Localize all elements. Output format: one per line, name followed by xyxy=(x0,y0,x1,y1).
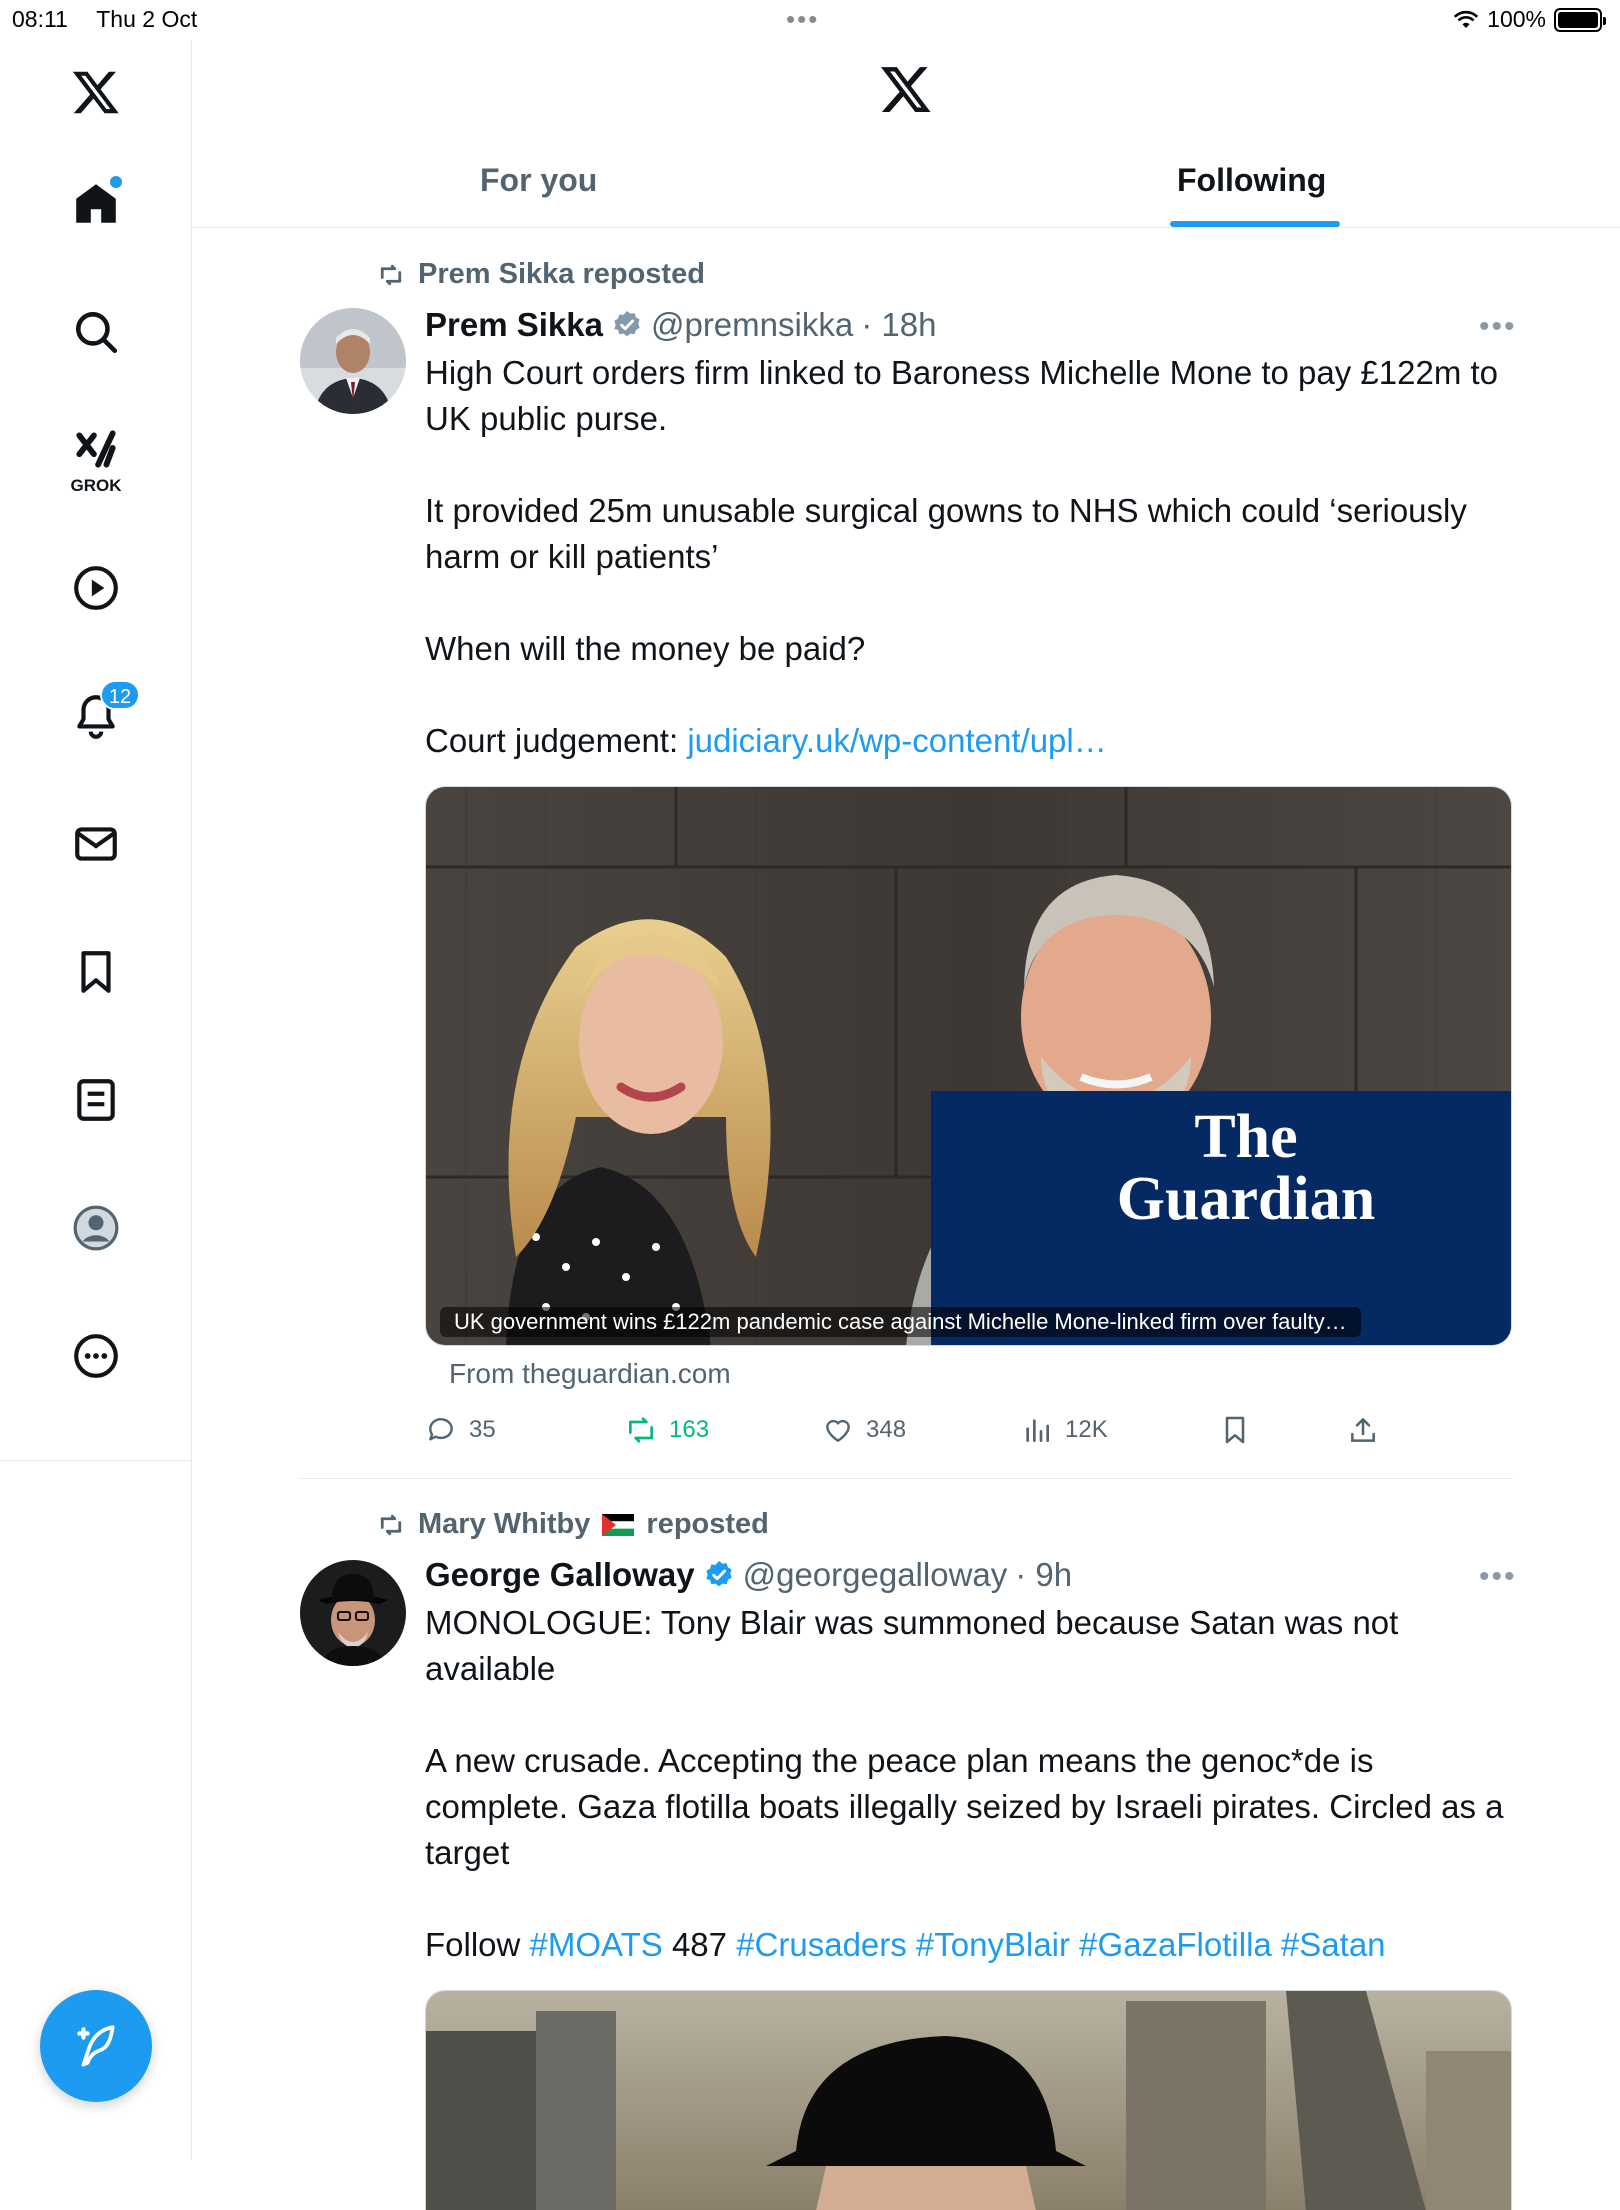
repost-suffix: reposted xyxy=(646,1508,769,1540)
sidebar-item-more[interactable] xyxy=(48,1308,144,1404)
repost-label: Prem Sikka reposted xyxy=(418,258,705,290)
share-button[interactable] xyxy=(1347,1414,1379,1446)
sidebar-item-video[interactable] xyxy=(48,540,144,636)
tweet-paragraph-link: Court judgement: judiciary.uk/wp-content… xyxy=(425,718,1515,764)
views-chart-icon xyxy=(1026,1419,1049,1442)
search-icon xyxy=(76,312,118,354)
avatar[interactable] xyxy=(300,308,406,414)
repost-icon xyxy=(380,264,402,285)
tab-for-you[interactable]: For you xyxy=(480,162,597,199)
bookmark-outline-icon xyxy=(1225,1416,1245,1444)
mail-icon xyxy=(75,827,117,861)
palestine-flag-icon xyxy=(602,1513,635,1536)
verified-badge-icon xyxy=(705,1561,732,1587)
tweet-actions: 35 163 348 12K xyxy=(425,1414,1515,1454)
reply-count: 35 xyxy=(469,1416,496,1443)
tweet-text: MONOLOGUE: Tony Blair was summoned becau… xyxy=(425,1600,1515,1968)
like-button[interactable]: 348 xyxy=(822,1414,906,1446)
author-name[interactable]: Prem Sikka xyxy=(425,306,603,344)
bookmark-button[interactable] xyxy=(1219,1414,1251,1446)
timeline-tabs: For you Following xyxy=(193,140,1620,228)
tweet-more-button[interactable]: ••• xyxy=(1479,310,1517,344)
share-icon xyxy=(1351,1418,1375,1442)
reply-icon xyxy=(429,1418,453,1441)
sidebar-divider xyxy=(0,1460,192,1461)
video-play-icon xyxy=(74,566,118,610)
repost-user: Mary Whitby xyxy=(418,1508,591,1540)
media-photo xyxy=(426,1991,1511,2210)
guardian-logo-the: The xyxy=(1194,1103,1297,1171)
sidebar-item-lists[interactable] xyxy=(48,1052,144,1148)
card-photo: The Guardian xyxy=(426,787,1511,1345)
tweet-paragraph: High Court orders firm linked to Barones… xyxy=(425,354,1498,437)
tweet-author-line: George Galloway @georgegalloway · 9h xyxy=(425,1556,1072,1594)
sidebar-item-profile[interactable] xyxy=(48,1180,144,1276)
author-handle[interactable]: @premnsikka xyxy=(651,306,853,344)
tweet-more-button[interactable]: ••• xyxy=(1479,1560,1517,1594)
author-handle[interactable]: @georgegalloway xyxy=(743,1556,1008,1594)
views-count: 12K xyxy=(1065,1416,1108,1443)
verified-badge-icon xyxy=(614,311,640,337)
hashtag-link[interactable]: #MOATS xyxy=(530,1926,663,1963)
tweet-divider xyxy=(299,1478,1513,1479)
status-time-date: 08:11 Thu 2 Oct xyxy=(12,6,197,33)
tweet-timestamp[interactable]: · 9h xyxy=(1015,1556,1072,1594)
status-time: 08:11 xyxy=(12,6,68,32)
tweet-paragraph: It provided 25m unusable surgical gowns … xyxy=(425,492,1467,575)
tab-active-indicator xyxy=(1170,221,1340,227)
tweet-paragraph: MONOLOGUE: Tony Blair was summoned becau… xyxy=(425,1604,1399,1687)
more-icon xyxy=(74,1334,118,1378)
bookmark-icon xyxy=(81,951,111,993)
sidebar: GROK 12 xyxy=(0,40,192,2160)
x-logo-icon[interactable] xyxy=(48,44,144,140)
repost-button[interactable]: 163 xyxy=(625,1414,709,1446)
tab-following[interactable]: Following xyxy=(1177,162,1326,199)
guardian-logo-name: Guardian xyxy=(1117,1165,1375,1233)
tweet-text: High Court orders firm linked to Barones… xyxy=(425,350,1515,764)
repost-indicator[interactable]: Mary Whitby reposted xyxy=(376,1508,769,1541)
status-date: Thu 2 Oct xyxy=(96,6,198,32)
hashtag-links[interactable]: #Crusaders #TonyBlair #GazaFlotilla #Sat… xyxy=(736,1926,1385,1963)
repost-indicator[interactable]: Prem Sikka reposted xyxy=(376,258,705,291)
main-timeline: For you Following Prem Sikka reposted Pr… xyxy=(193,0,1620,2210)
follow-number: 487 xyxy=(662,1926,737,1963)
grok-label: GROK xyxy=(70,476,122,495)
follow-prefix: Follow xyxy=(425,1926,530,1963)
compose-button[interactable] xyxy=(40,1990,152,2102)
card-caption: UK government wins £122m pandemic case a… xyxy=(440,1307,1361,1337)
repost-count: 163 xyxy=(669,1416,710,1443)
header-x-logo-icon[interactable] xyxy=(879,62,933,121)
tweet-paragraph: A new crusade. Accepting the peace plan … xyxy=(425,1742,1504,1871)
sidebar-item-notifications[interactable]: 12 xyxy=(48,668,144,764)
card-source[interactable]: From theguardian.com xyxy=(449,1358,731,1390)
tweet-media-image[interactable] xyxy=(425,1990,1512,2210)
grok-icon xyxy=(76,430,116,468)
heart-icon xyxy=(826,1419,850,1442)
views-button[interactable]: 12K xyxy=(1021,1414,1108,1446)
tweet-link[interactable]: judiciary.uk/wp-content/upl… xyxy=(687,722,1106,759)
sidebar-item-home[interactable] xyxy=(48,156,144,252)
tweet-timestamp[interactable]: · 18h xyxy=(861,306,936,344)
reply-button[interactable]: 35 xyxy=(425,1414,496,1446)
like-count: 348 xyxy=(866,1416,907,1443)
sidebar-item-bookmarks[interactable] xyxy=(48,924,144,1020)
lists-icon xyxy=(77,1079,115,1121)
sidebar-item-explore[interactable] xyxy=(48,284,144,380)
tweet-follow-line: Follow #MOATS 487 #Crusaders #TonyBlair … xyxy=(425,1922,1515,1968)
sidebar-item-messages[interactable] xyxy=(48,796,144,892)
profile-icon xyxy=(73,1205,119,1251)
home-unread-dot xyxy=(110,176,122,188)
author-name[interactable]: George Galloway xyxy=(425,1556,695,1594)
avatar[interactable] xyxy=(300,1560,406,1666)
repost-icon xyxy=(380,1514,402,1535)
tweet-paragraph: When will the money be paid? xyxy=(425,630,866,667)
tweet-author-line: Prem Sikka @premnsikka · 18h xyxy=(425,306,936,344)
link-prefix: Court judgement: xyxy=(425,722,688,759)
compose-icon xyxy=(77,2025,115,2067)
link-card-image[interactable]: The Guardian UK government wins £122m pa… xyxy=(425,786,1512,1346)
notification-badge: 12 xyxy=(100,680,140,710)
retweet-icon xyxy=(629,1417,653,1443)
